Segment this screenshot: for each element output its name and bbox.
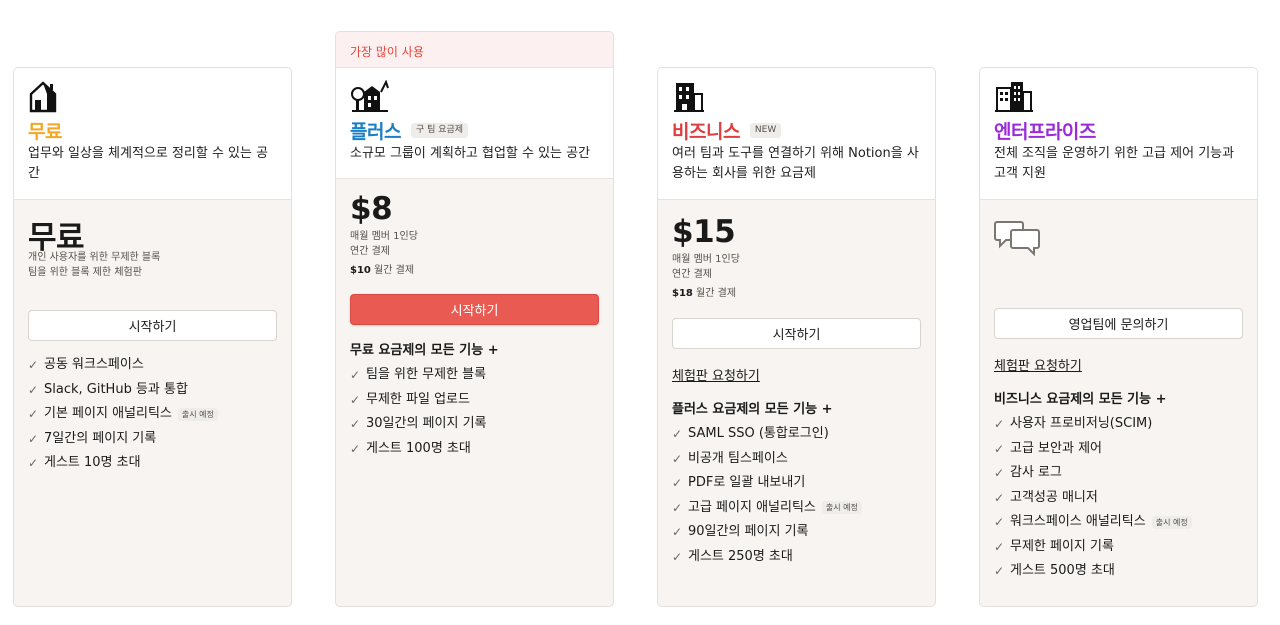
coming-soon-badge: 출시 예정	[177, 407, 218, 421]
check-icon: ✓	[994, 466, 1005, 480]
plan-title: 비즈니스	[672, 120, 740, 143]
list-item: ✓ 30일간의 페이지 기록	[350, 412, 599, 437]
price-note-2: 연간 결제	[350, 246, 390, 257]
plan-title: 엔터프라이즈	[994, 120, 1096, 143]
list-item: ✓ SAML SSO (통합로그인)	[672, 422, 921, 447]
check-icon: ✓	[28, 358, 39, 372]
plan-title: 플러스	[350, 120, 401, 143]
list-item: ✓ 7일간의 페이지 기록	[28, 427, 277, 452]
former-team-plan-tag: 구 팀 요금제	[410, 122, 469, 138]
check-icon: ✓	[994, 441, 1005, 456]
plan-price: $8	[350, 191, 393, 227]
list-item: ✓ 게스트 10명 초대	[28, 451, 277, 476]
most-popular-ribbon: 가장 많이 사용	[336, 32, 613, 68]
price-area: 무료 개인 사용자를 위한 무제한 블록 팀을 위한 블록 제한 체험판	[14, 200, 291, 280]
skyscraper-icon	[994, 80, 1243, 114]
feature-list: ✓ 공동 워크스페이스 ✓ Slack, GitHub 등과 통합 ✓ 기본 페이지 …	[14, 353, 291, 476]
check-icon: ✓	[350, 441, 361, 456]
check-icon: ✓	[994, 564, 1005, 578]
request-trial-link[interactable]: 체험판 요청하기	[658, 365, 935, 384]
check-icon: ✓	[672, 500, 683, 515]
monthly-price-note: $18 월간 결제	[672, 288, 737, 299]
house-icon	[28, 80, 277, 114]
office-building-icon	[672, 80, 921, 114]
list-item: ✓ 고객성공 매니저	[994, 486, 1243, 511]
start-button[interactable]: 시작하기	[28, 310, 277, 341]
monthly-price-note: $10 월간 결제	[350, 265, 415, 276]
features-header: 플러스 요금제의 모든 기능 +	[672, 402, 833, 417]
list-item: ✓ 고급 페이지 애널리틱스 출시 예정	[672, 496, 921, 521]
list-item: ✓ 90일간의 페이지 기록	[672, 520, 921, 545]
check-icon: ✓	[28, 382, 39, 397]
price-note-1: 매월 멤버 1인당	[350, 231, 418, 242]
check-icon: ✓	[994, 490, 1005, 505]
list-item: ✓ 게스트 500명 초대	[994, 559, 1243, 584]
list-item: ✓ 감사 로그	[994, 461, 1243, 486]
list-item: ✓ 비공개 팀스페이스	[672, 447, 921, 472]
plan-description: 전체 조직을 운영하기 위한 고급 제어 기능과 고객 지원	[994, 146, 1235, 181]
list-item: ✓ 기본 페이지 애널리틱스 출시 예정	[28, 402, 277, 427]
plan-price: 무료	[28, 220, 85, 256]
plan-description: 업무와 일상을 체계적으로 정리할 수 있는 공간	[28, 146, 269, 181]
check-icon: ✓	[994, 515, 1005, 529]
features-header: 무료 요금제의 모든 기능 +	[350, 343, 499, 358]
check-icon: ✓	[672, 476, 683, 490]
list-item: ✓ 워크스페이스 애널리틱스 출시 예정	[994, 510, 1243, 535]
price-note-1: 개인 사용자를 위한 무제한 블록	[28, 252, 161, 263]
check-icon: ✓	[350, 417, 361, 431]
request-trial-link[interactable]: 체험판 요청하기	[980, 355, 1257, 374]
contact-sales-button[interactable]: 영업팀에 문의하기	[994, 308, 1243, 339]
check-icon: ✓	[28, 456, 39, 470]
list-item: ✓ PDF로 일괄 내보내기	[672, 471, 921, 496]
check-icon: ✓	[672, 427, 683, 441]
start-button[interactable]: 시작하기	[672, 318, 921, 349]
plan-header: 엔터프라이즈 전체 조직을 운영하기 위한 고급 제어 기능과 고객 지원	[980, 68, 1257, 200]
check-icon: ✓	[28, 407, 39, 421]
start-button[interactable]: 시작하기	[350, 294, 599, 325]
plan-price: $15	[672, 214, 736, 250]
check-icon: ✓	[350, 368, 361, 382]
plan-card-free: 무료 업무와 일상을 체계적으로 정리할 수 있는 공간 무료 개인 사용자를 …	[13, 67, 292, 607]
price-note-2: 팀을 위한 블록 제한 체험판	[28, 267, 142, 278]
plan-card-plus: 가장 많이 사용 플러스 구 팀 요금제 소규모 그룹이 계획하고 협업할 수 …	[335, 31, 614, 607]
check-icon: ✓	[994, 417, 1005, 431]
plan-header: 무료 업무와 일상을 체계적으로 정리할 수 있는 공간	[14, 68, 291, 200]
chat-bubbles-icon	[994, 221, 1040, 257]
plan-description: 소규모 그룹이 계획하고 협업할 수 있는 공간	[350, 146, 591, 161]
list-item: ✓ 게스트 100명 초대	[350, 437, 599, 462]
check-icon: ✓	[350, 392, 361, 407]
price-note-1: 매월 멤버 1인당	[672, 254, 740, 265]
feature-list: ✓ 팀을 위한 무제한 블록 ✓ 무제한 파일 업로드 ✓ 30일간의 페이지 기록 …	[336, 363, 613, 461]
coming-soon-badge: 출시 예정	[821, 501, 862, 515]
features-header: 비즈니스 요금제의 모든 기능 +	[994, 392, 1167, 407]
plan-card-enterprise: 엔터프라이즈 전체 조직을 운영하기 위한 고급 제어 기능과 고객 지원 영업…	[979, 67, 1258, 607]
check-icon: ✓	[28, 431, 39, 446]
buildings-icon	[350, 80, 599, 114]
price-area	[980, 200, 1257, 270]
list-item: ✓ 무제한 파일 업로드	[350, 388, 599, 413]
new-badge: NEW	[749, 122, 782, 138]
plan-description: 여러 팀과 도구를 연결하기 위해 Notion을 사용하는 회사를 위한 요금…	[672, 146, 919, 181]
check-icon: ✓	[994, 539, 1005, 554]
plan-card-business: 비즈니스 NEW 여러 팀과 도구를 연결하기 위해 Notion을 사용하는 …	[657, 67, 936, 607]
check-icon: ✓	[672, 451, 683, 466]
list-item: ✓ 사용자 프로비저닝(SCIM)	[994, 412, 1243, 437]
plan-header: 비즈니스 NEW 여러 팀과 도구를 연결하기 위해 Notion을 사용하는 …	[658, 68, 935, 200]
feature-list: ✓ SAML SSO (통합로그인) ✓ 비공개 팀스페이스 ✓ PDF로 일괄 내보…	[658, 422, 935, 569]
price-area: $15 매월 멤버 1인당 연간 결제 $18 월간 결제	[658, 200, 935, 301]
plan-title: 무료	[28, 120, 62, 143]
check-icon: ✓	[672, 525, 683, 539]
plan-header: 플러스 구 팀 요금제 소규모 그룹이 계획하고 협업할 수 있는 공간	[336, 68, 613, 179]
list-item: ✓ 팀을 위한 무제한 블록	[350, 363, 599, 388]
coming-soon-badge: 출시 예정	[1151, 515, 1192, 529]
check-icon: ✓	[672, 549, 683, 564]
list-item: ✓ 게스트 250명 초대	[672, 545, 921, 570]
feature-list: ✓ 사용자 프로비저닝(SCIM) ✓ 고급 보안과 제어 ✓ 감사 로그 ✓ 고객성공…	[980, 412, 1257, 584]
price-area: $8 매월 멤버 1인당 연간 결제 $10 월간 결제	[336, 179, 613, 278]
list-item: ✓ Slack, GitHub 등과 통합	[28, 378, 277, 403]
price-note-2: 연간 결제	[672, 269, 712, 280]
list-item: ✓ 무제한 페이지 기록	[994, 535, 1243, 560]
list-item: ✓ 고급 보안과 제어	[994, 437, 1243, 462]
list-item: ✓ 공동 워크스페이스	[28, 353, 277, 378]
